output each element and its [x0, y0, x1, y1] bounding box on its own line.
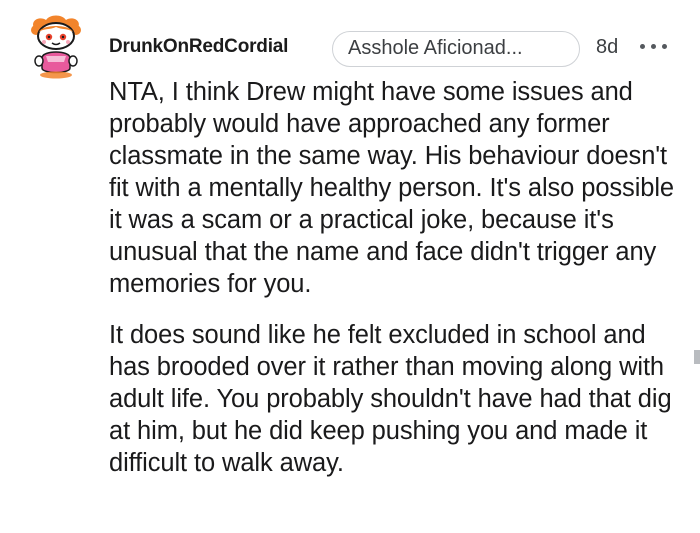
scrollbar-thumb[interactable] [694, 350, 700, 364]
more-horizontal-icon-dot [651, 44, 656, 49]
user-avatar[interactable] [26, 14, 86, 80]
username-link[interactable]: DrunkOnRedCordial [109, 36, 288, 58]
comment-header: DrunkOnRedCordial Asshole Aficionad... 8… [109, 31, 680, 69]
comment-body: NTA, I think Drew might have some issues… [109, 76, 684, 498]
comment-paragraph: It does sound like he felt excluded in s… [109, 321, 672, 477]
more-horizontal-icon-dot [662, 44, 667, 49]
user-flair: Asshole Aficionad... [332, 31, 580, 67]
timestamp[interactable]: 8d [596, 36, 618, 59]
more-options-button[interactable] [640, 37, 668, 57]
more-horizontal-icon [640, 44, 645, 49]
comment: DrunkOnRedCordial Asshole Aficionad... 8… [0, 0, 700, 533]
snoo-avatar-icon [31, 15, 81, 79]
comment-paragraph: NTA, I think Drew might have some issues… [109, 78, 675, 298]
